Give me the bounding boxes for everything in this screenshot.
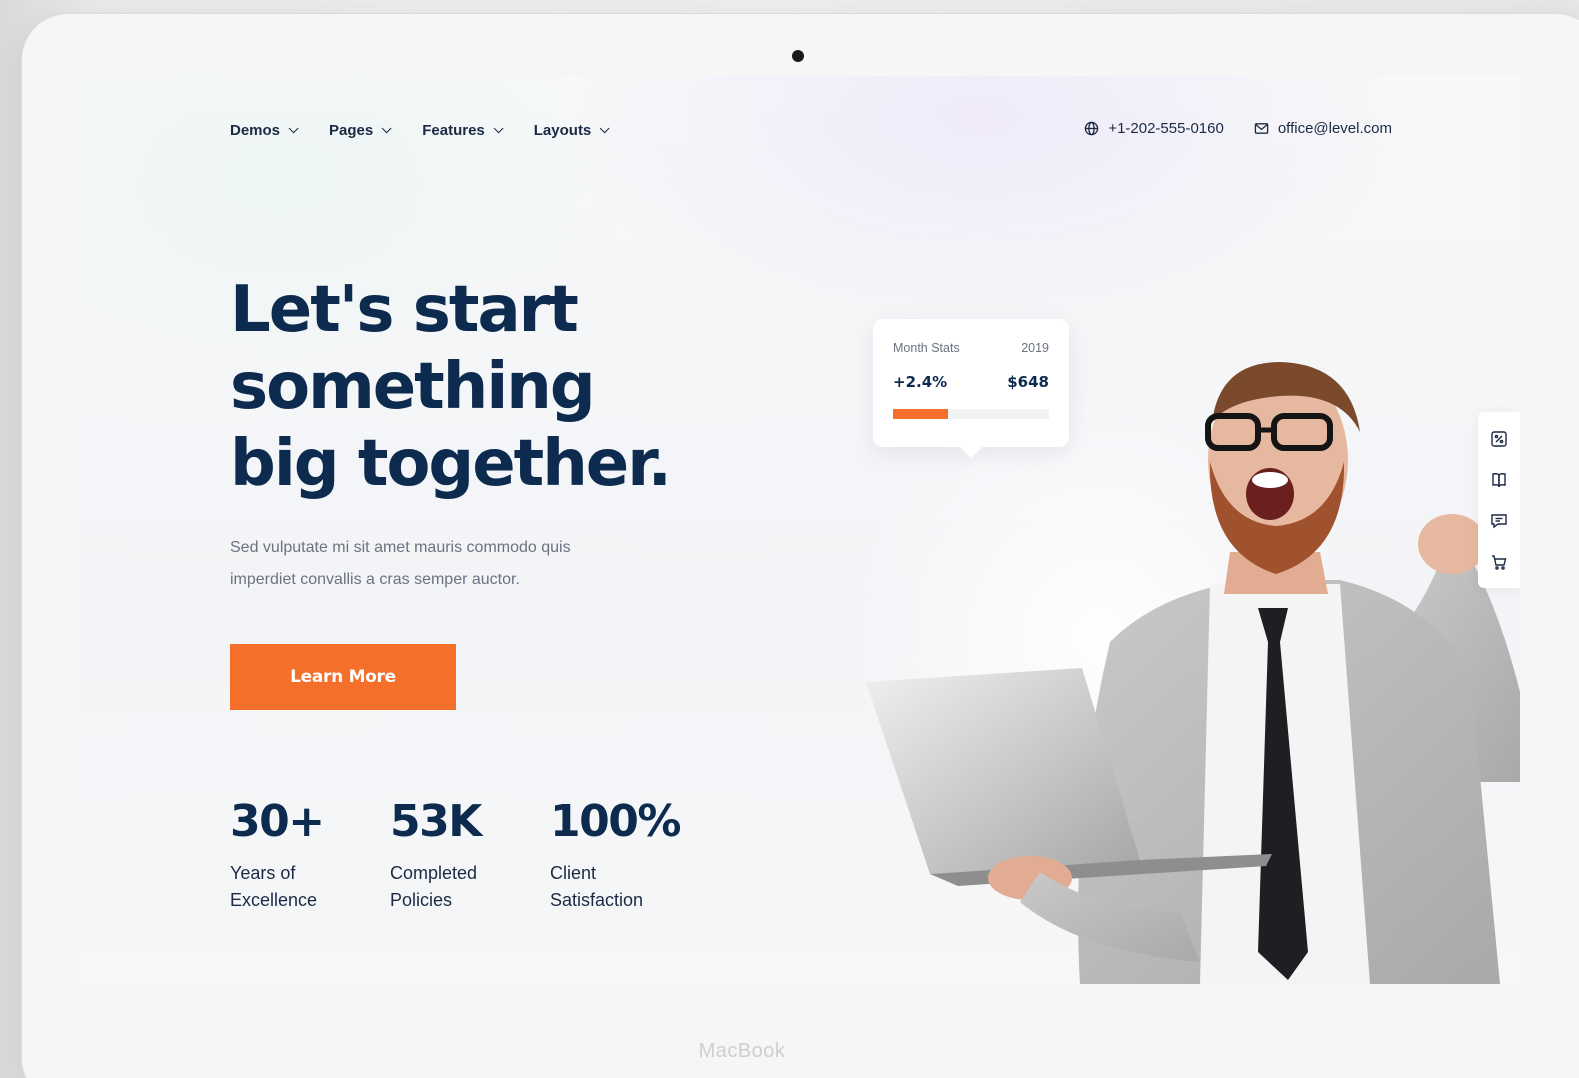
globe-icon bbox=[1085, 121, 1099, 136]
hero-description: Sed vulputate mi sit amet mauris commodo… bbox=[230, 532, 650, 596]
percent-icon bbox=[1491, 430, 1507, 447]
cart-button[interactable] bbox=[1488, 551, 1510, 573]
nav-item-layouts[interactable]: Layouts bbox=[533, 122, 610, 139]
stat-label-line: Excellence bbox=[230, 890, 318, 910]
chevron-down-icon bbox=[288, 123, 299, 134]
contact-info: +1-202-555-0160 office@level.com bbox=[1084, 120, 1392, 137]
book-button[interactable] bbox=[1488, 469, 1510, 491]
stat-label: Years of Excellence bbox=[230, 860, 350, 914]
hero-title-line: Let's start bbox=[230, 273, 579, 347]
nav-label: Demos bbox=[230, 122, 281, 139]
website-screen: Demos Pages Features Layouts +1-202-555-… bbox=[80, 76, 1520, 984]
phone-number: +1-202-555-0160 bbox=[1108, 120, 1224, 137]
laptop-frame: Demos Pages Features Layouts +1-202-555-… bbox=[22, 14, 1579, 1078]
card-title: Month Stats bbox=[893, 341, 960, 355]
camera-dot bbox=[792, 50, 804, 62]
stat-label-line: Policies bbox=[390, 890, 453, 910]
card-year: 2019 bbox=[1021, 341, 1049, 355]
month-stats-card: Month Stats 2019 +2.4% $648 bbox=[873, 319, 1069, 447]
chevron-down-icon bbox=[493, 123, 504, 134]
stats-row: 30+ Years of Excellence 53K Completed Po… bbox=[230, 790, 710, 914]
stat-label: Client Satisfaction bbox=[550, 860, 670, 914]
stat-value: 100% bbox=[550, 796, 681, 847]
email-address: office@level.com bbox=[1277, 120, 1392, 137]
chevron-down-icon bbox=[381, 123, 392, 134]
stat-label-line: Satisfaction bbox=[550, 890, 644, 910]
book-icon bbox=[1492, 472, 1506, 487]
percent-button[interactable] bbox=[1488, 428, 1510, 450]
card-change: +2.4% bbox=[893, 373, 948, 391]
cart-icon bbox=[1492, 554, 1507, 570]
hero-title-line: something bbox=[230, 350, 596, 424]
card-values: +2.4% $648 bbox=[893, 355, 1049, 391]
stat-label-line: Client bbox=[550, 863, 597, 883]
stat-value: 53K bbox=[390, 796, 482, 847]
stat-value: 30+ bbox=[230, 796, 325, 847]
chat-icon bbox=[1491, 513, 1507, 528]
learn-more-button[interactable]: Learn More bbox=[230, 644, 456, 710]
chevron-down-icon bbox=[599, 123, 610, 134]
progress-track bbox=[893, 409, 1049, 419]
nav-item-pages[interactable]: Pages bbox=[329, 122, 392, 139]
progress-fill bbox=[893, 409, 948, 419]
nav-label: Features bbox=[422, 122, 485, 139]
stat-label-line: Years of bbox=[230, 863, 296, 883]
stat-label: Completed Policies bbox=[390, 860, 510, 914]
stat-satisfaction: 100% Client Satisfaction bbox=[550, 790, 710, 914]
main-nav: Demos Pages Features Layouts bbox=[230, 122, 610, 139]
side-toolbar bbox=[1478, 412, 1520, 588]
nav-label: Layouts bbox=[533, 122, 592, 139]
email-link[interactable]: office@level.com bbox=[1254, 120, 1392, 137]
card-amount: $648 bbox=[1007, 373, 1049, 391]
nav-label: Pages bbox=[329, 122, 374, 139]
stat-years: 30+ Years of Excellence bbox=[230, 790, 390, 914]
card-header: Month Stats 2019 bbox=[893, 341, 1049, 355]
hero-description-line: imperdiet convallis a cras semper auctor… bbox=[230, 571, 520, 588]
chat-button[interactable] bbox=[1488, 510, 1510, 532]
phone-link[interactable]: +1-202-555-0160 bbox=[1084, 120, 1224, 137]
nav-item-features[interactable]: Features bbox=[422, 122, 504, 139]
nav-item-demos[interactable]: Demos bbox=[230, 122, 299, 139]
stat-policies: 53K Completed Policies bbox=[390, 790, 550, 914]
mail-icon bbox=[1254, 123, 1269, 134]
hero-description-line: Sed vulputate mi sit amet mauris commodo… bbox=[230, 539, 571, 556]
device-brand-label: MacBook bbox=[698, 1040, 786, 1062]
stat-label-line: Completed bbox=[390, 863, 478, 883]
hero-title-line: big together. bbox=[230, 427, 672, 501]
hero-title: Let's start something big together. bbox=[230, 272, 790, 503]
